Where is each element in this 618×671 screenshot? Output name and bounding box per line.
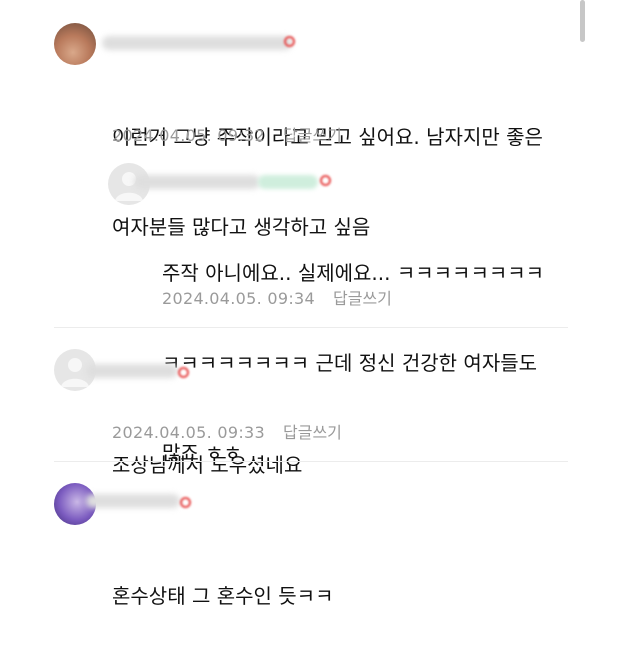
reply-button[interactable]: 답글쓰기 (333, 289, 392, 308)
reply-button[interactable]: 답글쓰기 (283, 423, 342, 442)
status-dot (284, 36, 295, 47)
scrollbar-thumb[interactable] (580, 0, 585, 42)
comment-meta: 2024.04.05. 09:33 답글쓰기 (112, 423, 342, 443)
comment-date: 2024.04.05. 09:33 (112, 423, 265, 442)
author-badge (258, 175, 318, 189)
divider (54, 327, 568, 328)
comment-date: 2024.04.05. 09:32 (112, 126, 265, 145)
status-dot (320, 175, 331, 186)
status-dot (180, 497, 191, 508)
reply-button[interactable]: 답글쓰기 (283, 126, 342, 145)
status-dot (178, 367, 189, 378)
username-blurred[interactable] (86, 364, 178, 378)
username-blurred[interactable] (102, 36, 292, 50)
comment-text: 조상님께서 도우셨네요 (112, 453, 303, 477)
avatar[interactable] (54, 23, 96, 65)
reply-meta: 2024.04.05. 09:34 답글쓰기 (162, 289, 392, 309)
comment-text: 혼수상태 그 혼수인 듯ㅋㅋ (112, 584, 334, 608)
username-blurred[interactable] (86, 494, 180, 508)
reply-date: 2024.04.05. 09:34 (162, 289, 315, 308)
divider (54, 461, 568, 462)
username-blurred[interactable] (134, 175, 260, 189)
comment-meta: 2024.04.05. 09:32 답글쓰기 (112, 126, 342, 146)
